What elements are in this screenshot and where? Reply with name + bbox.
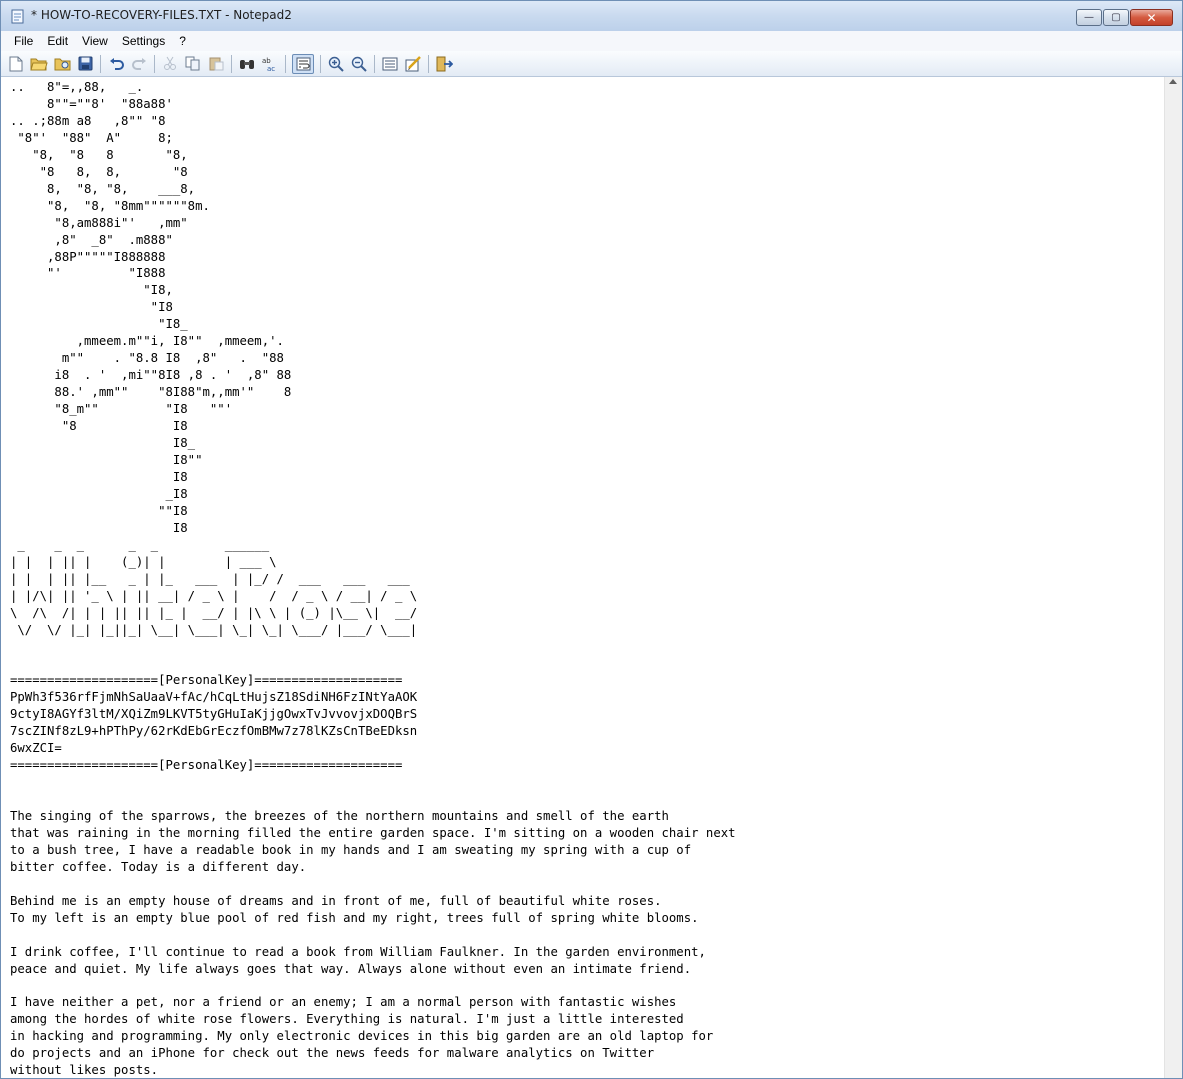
copy-icon[interactable] [184,55,202,73]
notepad-app-icon [11,9,24,24]
open-folder-icon[interactable] [30,55,48,73]
scheme-icon[interactable] [381,55,399,73]
exit-icon[interactable] [435,55,453,73]
menu-view[interactable]: View [75,34,115,48]
maximize-button[interactable]: ▢ [1103,9,1129,26]
menu-help[interactable]: ? [172,34,193,48]
toolbar-separator [374,54,375,73]
zoom-in-icon[interactable] [327,55,345,73]
save-icon[interactable] [76,55,94,73]
zoom-out-icon[interactable] [350,55,368,73]
cut-icon[interactable] [161,55,179,73]
toolbar: ab ac [1,51,1182,77]
text-editor-area[interactable]: .. 8"=,,88, _. 8""=""8' "88a88' .. .;88m… [1,77,1165,1078]
word-wrap-icon[interactable] [292,53,314,74]
customize-scheme-icon[interactable] [404,55,422,73]
menu-file[interactable]: File [7,34,40,48]
window-title: * HOW-TO-RECOVERY-FILES.TXT - Notepad2 [31,8,292,22]
scroll-up-icon[interactable] [1169,79,1177,84]
menu-settings[interactable]: Settings [115,34,172,48]
notepad-window: * HOW-TO-RECOVERY-FILES.TXT - Notepad2 —… [0,0,1183,1079]
toolbar-separator [100,54,101,73]
minimize-button[interactable]: — [1076,9,1102,26]
toolbar-separator [231,54,232,73]
menu-edit[interactable]: Edit [40,34,75,48]
vertical-scrollbar[interactable] [1164,77,1182,1078]
toolbar-separator [154,54,155,73]
toolbar-separator [320,54,321,73]
undo-icon[interactable] [107,55,125,73]
redo-icon[interactable] [130,55,148,73]
replace-icon[interactable]: ab ac [261,55,279,73]
new-file-icon[interactable] [7,55,25,73]
svg-text:ac: ac [267,65,275,72]
document-text[interactable]: .. 8"=,,88, _. 8""=""8' "88a88' .. .;88m… [1,77,1165,1078]
toolbar-separator [285,54,286,73]
paste-icon[interactable] [207,55,225,73]
window-controls: — ▢ ✕ [1075,9,1173,27]
toolbar-separator [428,54,429,73]
title-bar[interactable]: * HOW-TO-RECOVERY-FILES.TXT - Notepad2 —… [1,1,1182,31]
svg-text:ab: ab [262,57,271,65]
browse-icon[interactable] [53,55,71,73]
close-button[interactable]: ✕ [1130,9,1173,26]
menu-bar: File Edit View Settings ? [1,31,1182,51]
find-icon[interactable] [238,55,256,73]
